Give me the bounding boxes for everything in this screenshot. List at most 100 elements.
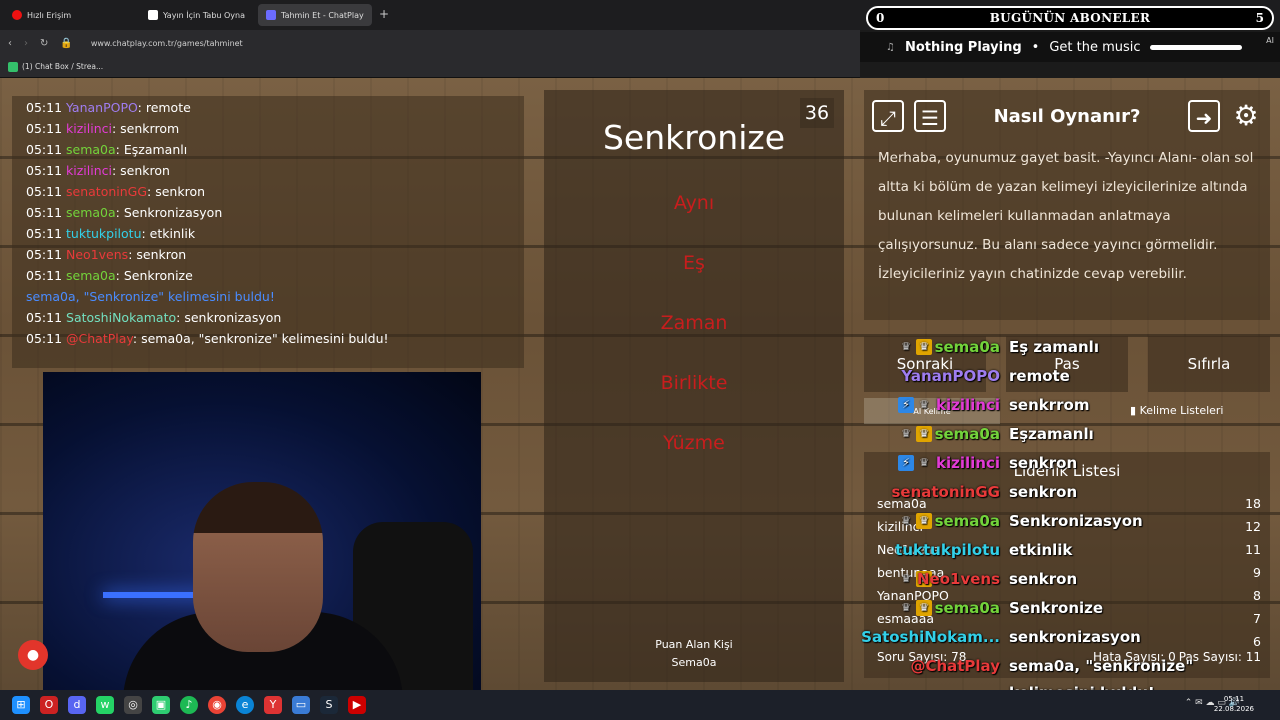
windows-start-icon[interactable]: ⊞ xyxy=(12,696,30,714)
chat-message: : senkron xyxy=(147,184,206,199)
overlay-user: kizilinci xyxy=(936,454,1000,472)
blue-badge-icon: ⚡ xyxy=(898,455,914,471)
overlay-message: remote xyxy=(1009,367,1070,385)
overlay-message: senkrrom xyxy=(1009,396,1090,414)
now-playing-bar: ♫ Nothing Playing • Get the music AI xyxy=(860,32,1280,62)
tab-tabu[interactable]: Yayın İçin Tabu Oyna xyxy=(140,4,256,26)
back-icon[interactable]: ‹ xyxy=(8,38,12,49)
crown-badge-icon: ♛ xyxy=(901,601,911,614)
chat-message: : senkrrom xyxy=(111,121,180,136)
forbidden-word: Aynı xyxy=(673,192,715,214)
spotify-icon[interactable]: ♪ xyxy=(180,696,198,714)
chrome-icon[interactable]: ◉ xyxy=(208,696,226,714)
overlay-user: Neo1vens xyxy=(916,570,1000,588)
chat-line: 05:11 sema0a: Senkronizasyon xyxy=(26,205,222,220)
obs-icon[interactable]: ◎ xyxy=(124,696,142,714)
subs-count-right: 5 xyxy=(1255,11,1264,25)
chat-line: 05:11 SatoshiNokamato: senkronizasyon xyxy=(26,310,281,325)
opera-icon[interactable]: O xyxy=(40,696,58,714)
record-icon[interactable]: ● xyxy=(18,640,48,670)
streamer-head xyxy=(193,482,323,652)
forbidden-word: Yüzme xyxy=(663,432,725,454)
app-icon[interactable]: ▣ xyxy=(152,696,170,714)
tab-label: Hızlı Erişim xyxy=(27,10,72,20)
gold-badge-icon: ♛ xyxy=(916,339,932,355)
explorer-icon[interactable]: ▭ xyxy=(292,696,310,714)
crown-badge-icon: ♛ xyxy=(901,514,911,527)
crown-badge-icon: ♛ xyxy=(901,427,911,440)
how-to-play-desc: Merhaba, oyunumuz gayet basit. -Yayıncı … xyxy=(878,150,1254,282)
reload-icon[interactable]: ↻ xyxy=(40,38,48,49)
chat-user: sema0a xyxy=(66,268,116,283)
overlay-user: senatoninGG xyxy=(891,483,1000,501)
overlay-chat-line: ♛ ♛ sema0a Eşzamanlı xyxy=(860,423,1280,447)
discord-icon[interactable]: d xyxy=(68,696,86,714)
subs-count: 0 xyxy=(876,11,885,25)
forbidden-word: Zaman xyxy=(660,312,728,334)
settings-icon[interactable]: ⚙ xyxy=(1230,100,1262,132)
get-music-text: Get the music xyxy=(1049,39,1141,55)
volume-bar xyxy=(1150,45,1242,50)
opera-icon xyxy=(12,10,22,20)
whatsapp-icon[interactable]: w xyxy=(96,696,114,714)
tab-quick-access[interactable]: Hızlı Erişim xyxy=(4,4,79,26)
address-bar: ‹ › ↻ 🔒 www.chatplay.com.tr/games/tahmin… xyxy=(0,30,860,56)
chat-message: : Eşzamanlı xyxy=(115,142,188,157)
tab-label: Yayın İçin Tabu Oyna xyxy=(163,10,246,20)
crown-badge-icon: ♛ xyxy=(919,398,929,411)
overlay-chat-line: senatoninGG senkron xyxy=(860,481,1280,505)
chat-line: sema0a, "Senkronize" kelimesini buldu! xyxy=(26,289,275,304)
tab-tahmin-et[interactable]: Tahmin Et - ChatPlay xyxy=(258,4,372,26)
chat-time: 05:11 xyxy=(26,184,63,199)
timer: 36 xyxy=(800,98,834,128)
tab-label: Tahmin Et - ChatPlay xyxy=(281,10,364,20)
chat-time: 05:11 xyxy=(26,226,63,241)
target-word: Senkronize xyxy=(602,118,785,157)
forward-icon[interactable]: › xyxy=(24,38,28,49)
chat-time: 05:11 xyxy=(26,247,63,262)
overlay-user: YananPOPO xyxy=(901,367,1000,385)
chat-time: 05:11 xyxy=(26,121,63,136)
chat-line: 05:11 sema0a: Eşzamanlı xyxy=(26,142,187,157)
overlay-chat-line: tuktukpilotu etkinlik xyxy=(860,539,1280,563)
new-tab-icon[interactable]: + xyxy=(376,6,392,22)
chat-user: @ChatPlay xyxy=(66,331,133,346)
chat-line: 05:11 sema0a: Senkronize xyxy=(26,268,193,283)
blue-badge-icon: ⚡ xyxy=(898,397,914,413)
music-note-icon: ♫ xyxy=(886,41,895,53)
overlay-message: senkron xyxy=(1009,483,1078,501)
scorer-label: Puan Alan Kişi xyxy=(655,638,733,651)
badge-group: ♛ ♛ xyxy=(898,513,932,529)
how-to-play-panel: ⤢ ☰ Nasıl Oynanır? ➜ ⚙ Merhaba, oyunumuz… xyxy=(864,90,1270,320)
now-playing-text: Nothing Playing xyxy=(904,39,1022,55)
subscriber-bar: 0 BUGÜNÜN ABONELER 5 xyxy=(866,6,1274,30)
edge-icon[interactable]: e xyxy=(236,696,254,714)
logout-icon[interactable]: ➜ xyxy=(1188,100,1220,132)
screen: { "browser": { "tabs": [ {"label": "Hızl… xyxy=(0,0,1280,720)
gold-badge-icon: ♛ xyxy=(916,513,932,529)
dot-separator: • xyxy=(1031,39,1040,55)
chat-user: kizilinci xyxy=(66,163,112,178)
crown-badge-icon: ♛ xyxy=(901,340,911,353)
overlay-chat-line: ♛ ♛ sema0a Senkronizasyon xyxy=(860,510,1280,534)
chat-line: 05:11 tuktukpilotu: etkinlik xyxy=(26,226,195,241)
steam-icon[interactable]: S xyxy=(320,696,338,714)
overlay-message: Senkronizasyon xyxy=(1009,512,1143,530)
chat-user: sema0a, "Senkronize" kelimesini buldu! xyxy=(26,289,275,304)
url-field[interactable]: www.chatplay.com.tr/games/tahminet xyxy=(91,39,243,48)
youtube-icon[interactable]: ▶ xyxy=(348,696,366,714)
chat-line: 05:11 YananPOPO: remote xyxy=(26,100,191,115)
bookmark-chat-box[interactable]: (1) Chat Box / Strea... xyxy=(22,62,103,71)
yandex-icon[interactable]: Y xyxy=(264,696,282,714)
chat-time: 05:11 xyxy=(26,205,63,220)
crown-badge-icon: ♛ xyxy=(919,456,929,469)
overlay-user: sema0a xyxy=(934,599,1000,617)
overlay-message: Senkronize xyxy=(1009,599,1104,617)
chat-message: : senkronizasyon xyxy=(176,310,282,325)
overlay-message: senkron xyxy=(1009,454,1078,472)
scorer-name: Sema0a xyxy=(671,656,717,669)
word-card: Senkronize 36 Aynı Eş Zaman Birlikte Yüz… xyxy=(544,90,844,682)
badge-group: ♛ ♛ xyxy=(898,339,932,355)
chat-time: 05:11 xyxy=(26,331,63,346)
chat-line: 05:11 senatoninGG: senkron xyxy=(26,184,205,199)
